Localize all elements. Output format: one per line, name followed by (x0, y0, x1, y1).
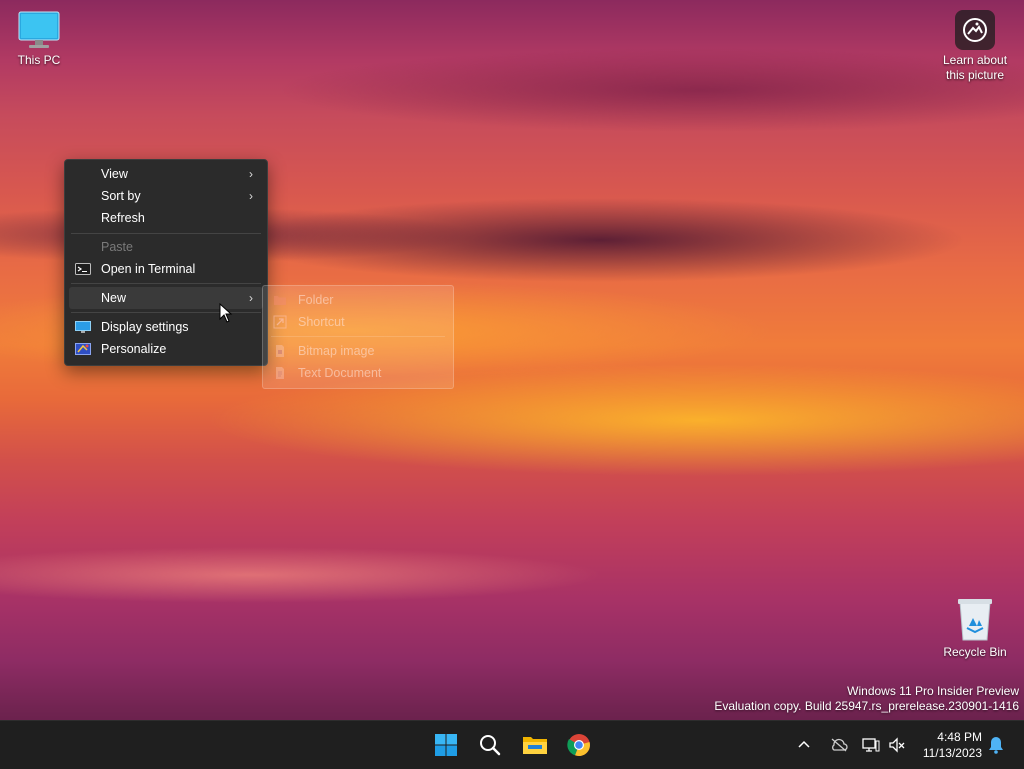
menu-item-open-in-terminal[interactable]: Open in Terminal (69, 258, 263, 280)
windows-logo-icon (435, 734, 457, 756)
chrome-button[interactable] (561, 727, 597, 763)
menu-item-display-settings-label: Display settings (101, 320, 189, 334)
search-icon (480, 735, 501, 756)
menu-item-view[interactable]: View › (69, 163, 263, 185)
this-pc-label: This PC (17, 53, 61, 67)
submenu-item-text-document[interactable]: Text Document (263, 362, 453, 384)
submenu-item-folder[interactable]: Folder (263, 289, 453, 311)
shortcut-icon (273, 315, 287, 329)
clock-time: 4:48 PM (937, 730, 982, 744)
submenu-item-shortcut[interactable]: Shortcut (263, 311, 453, 333)
system-tray (796, 721, 906, 769)
evaluation-watermark: Windows 11 Pro Insider Preview Evaluatio… (714, 684, 1019, 714)
menu-item-sort-by-label: Sort by (101, 189, 141, 203)
menu-item-open-in-terminal-label: Open in Terminal (101, 262, 196, 276)
menu-separator (71, 283, 261, 284)
chevron-right-icon: › (249, 189, 253, 203)
desktop-icon-this-pc[interactable]: This PC (0, 10, 79, 68)
learn-about-label: Learn about this picture (942, 53, 1008, 82)
menu-item-personalize-label: Personalize (101, 342, 167, 356)
chrome-icon (567, 734, 590, 757)
camera-icon (955, 10, 995, 50)
menu-item-display-settings[interactable]: Display settings (69, 316, 263, 338)
menu-item-paste-label: Paste (101, 240, 133, 254)
menu-separator (71, 233, 261, 234)
submenu-item-bitmap-label: Bitmap image (298, 344, 375, 358)
volume-muted-icon[interactable] (888, 737, 906, 753)
cloud-off-icon[interactable] (830, 737, 848, 753)
mouse-cursor-icon (219, 303, 233, 323)
terminal-icon (75, 263, 91, 275)
folder-icon (274, 296, 286, 305)
desktop-context-menu: View › Sort by › Refresh Paste Open in T… (64, 159, 268, 366)
desktop-icon-recycle-bin[interactable]: Recycle Bin (935, 596, 1015, 660)
file-explorer-button[interactable] (517, 727, 553, 763)
menu-item-refresh-label: Refresh (101, 211, 145, 225)
menu-item-new-label: New (101, 291, 127, 305)
folder-icon (523, 737, 547, 754)
submenu-item-folder-label: Folder (298, 293, 334, 307)
network-icon[interactable] (862, 737, 880, 753)
monitor-icon (18, 11, 60, 48)
menu-item-view-label: View (101, 167, 128, 181)
submenu-item-bitmap-image[interactable]: Bitmap image (263, 340, 453, 362)
clock-date: 11/13/2023 (922, 746, 982, 760)
menu-item-new[interactable]: New › (69, 287, 263, 309)
taskbar-clock[interactable]: 4:48 PM 11/13/2023 (923, 729, 982, 761)
display-icon (75, 321, 91, 333)
image-file-icon (276, 345, 284, 357)
submenu-separator (271, 336, 445, 337)
submenu-item-shortcut-label: Shortcut (298, 315, 345, 329)
watermark-line1: Windows 11 Pro Insider Preview (847, 684, 1019, 698)
submenu-item-text-document-label: Text Document (298, 366, 382, 380)
taskbar: 4:48 PM 11/13/2023 (0, 720, 1024, 769)
watermark-line2: Evaluation copy. Build 25947.rs_prerelea… (714, 699, 1019, 713)
chevron-up-icon[interactable] (796, 737, 812, 753)
start-button[interactable] (428, 727, 464, 763)
chevron-right-icon: › (249, 291, 253, 305)
bell-icon[interactable] (988, 736, 1004, 754)
desktop-icon-learn-about-picture[interactable]: Learn about this picture (935, 10, 1015, 83)
recycle-bin-label: Recycle Bin (943, 645, 1007, 659)
menu-item-paste[interactable]: Paste (69, 236, 263, 258)
menu-item-refresh[interactable]: Refresh (69, 207, 263, 229)
personalize-icon (75, 343, 91, 355)
search-button[interactable] (472, 727, 508, 763)
text-file-icon (276, 367, 284, 379)
recycle-bin-icon (958, 599, 992, 641)
chevron-right-icon: › (249, 167, 253, 181)
menu-item-personalize[interactable]: Personalize (69, 338, 263, 360)
menu-item-sort-by[interactable]: Sort by › (69, 185, 263, 207)
new-submenu: Folder Shortcut Bitmap image Text Docume… (262, 285, 454, 389)
